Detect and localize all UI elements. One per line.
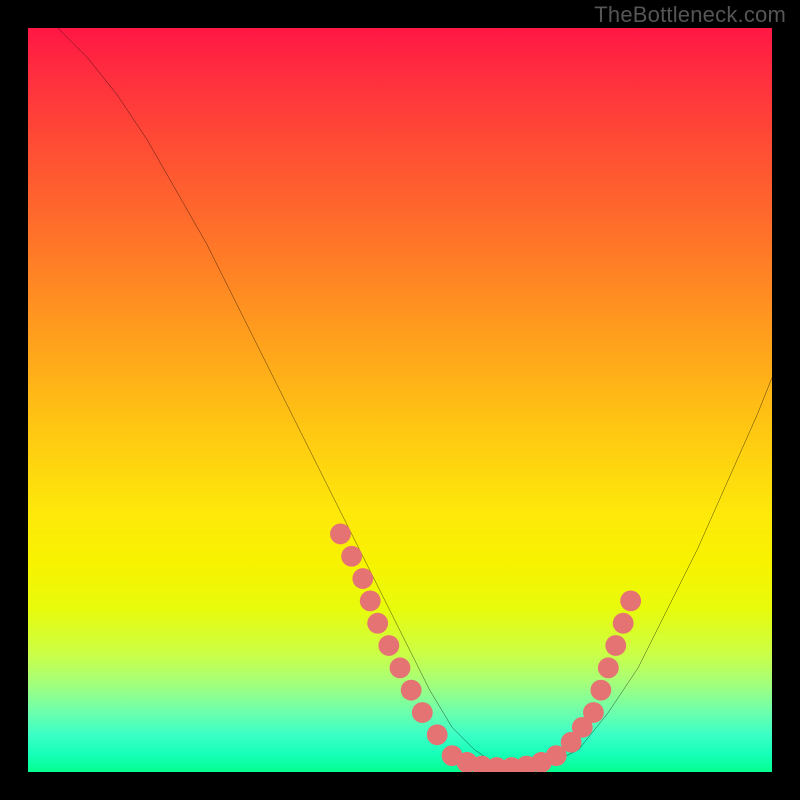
data-point <box>613 613 634 634</box>
data-point <box>378 635 399 656</box>
curve-main-curve <box>58 28 772 768</box>
data-point <box>360 590 381 611</box>
chart-frame: TheBottleneck.com <box>0 0 800 800</box>
source-caption: TheBottleneck.com <box>594 2 786 28</box>
data-point <box>341 546 362 567</box>
data-point <box>412 702 433 723</box>
data-point <box>598 657 619 678</box>
curve-group <box>58 28 772 772</box>
data-point <box>352 568 373 589</box>
curve-layer <box>28 28 772 772</box>
plot-area <box>28 28 772 772</box>
data-point <box>390 657 411 678</box>
data-point <box>590 680 611 701</box>
data-point <box>605 635 626 656</box>
data-point <box>427 724 448 745</box>
data-point <box>330 524 351 545</box>
data-point <box>620 590 641 611</box>
data-point <box>583 702 604 723</box>
data-point <box>367 613 388 634</box>
data-point <box>401 680 422 701</box>
